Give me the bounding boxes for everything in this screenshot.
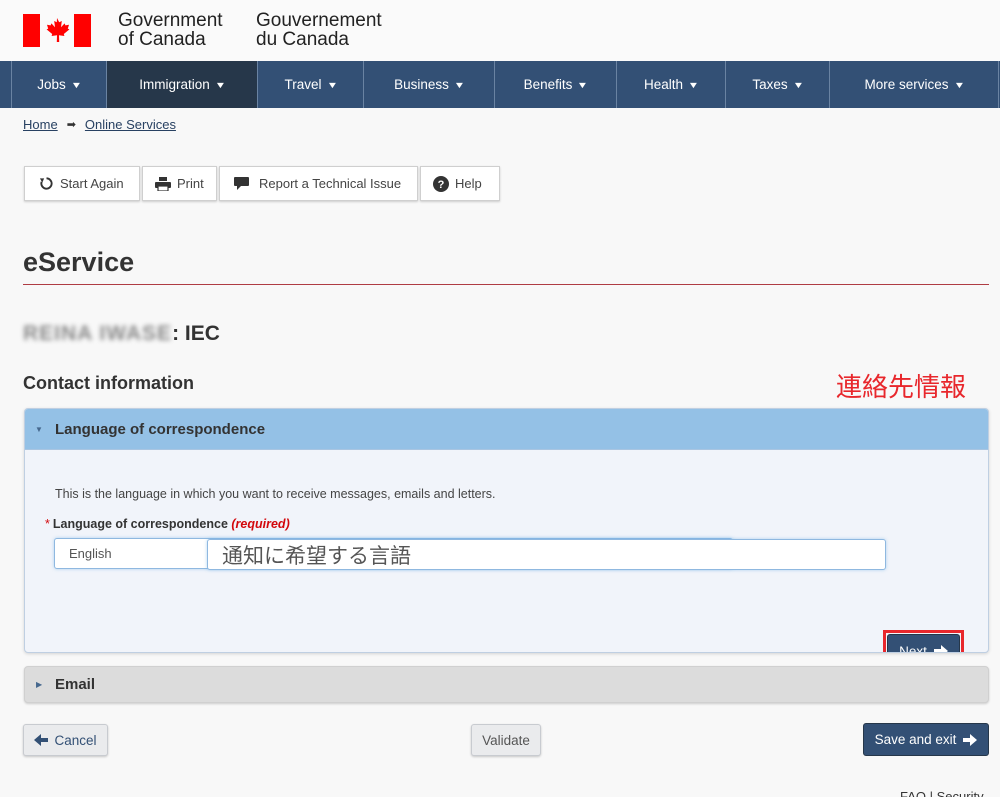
- chevron-down-icon: ▼: [792, 79, 804, 90]
- printer-icon: [155, 176, 171, 191]
- validate-label: Validate: [482, 732, 530, 748]
- wordmark-french[interactable]: Gouvernement du Canada: [256, 11, 382, 49]
- arrow-right-icon: [963, 733, 978, 746]
- print-label: Print: [177, 176, 204, 191]
- wordmark-english[interactable]: Government of Canada: [118, 11, 223, 49]
- caret-right-icon: ▶: [36, 680, 43, 689]
- nav-item-travel[interactable]: Travel ▼: [257, 61, 363, 108]
- panel-email-header[interactable]: ▶ Email: [24, 666, 989, 703]
- svg-text:?: ?: [438, 179, 445, 191]
- chevron-down-icon: ▼: [953, 79, 965, 90]
- nav-item-business[interactable]: Business ▼: [363, 61, 494, 108]
- wordmark-en-line2: of Canada: [118, 29, 206, 50]
- panel-language-header[interactable]: ▼ Language of correspondence: [25, 409, 988, 450]
- breadcrumb-home[interactable]: Home: [23, 117, 58, 132]
- next-label: Next: [899, 643, 927, 653]
- applicant-heading: REINA IWASE : IEC: [23, 322, 220, 346]
- nav-item-more-services[interactable]: More services ▼: [829, 61, 999, 108]
- required-text: (required): [231, 517, 290, 531]
- arrow-right-icon: ➡: [66, 119, 76, 131]
- nav-label: Immigration: [139, 77, 210, 92]
- main-nav: Jobs ▼ Immigration ▼ Travel ▼ Business ▼ Ben…: [0, 61, 1000, 108]
- title-divider: [23, 284, 989, 285]
- required-star: *: [45, 517, 50, 531]
- question-circle-icon: ?: [433, 175, 449, 192]
- footer-links[interactable]: FAQ | Security: [900, 789, 984, 797]
- print-button[interactable]: Print: [142, 166, 217, 201]
- chevron-down-icon: ▼: [453, 79, 466, 90]
- help-label: Help: [455, 176, 482, 191]
- nav-label: Benefits: [523, 77, 573, 92]
- next-button[interactable]: Next: [887, 634, 960, 653]
- nav-item-benefits[interactable]: Benefits ▼: [494, 61, 616, 108]
- language-select[interactable]: English: [54, 538, 733, 569]
- nav-label: Business: [394, 77, 449, 92]
- nav-label: Taxes: [752, 77, 788, 92]
- language-intro-text: This is the language in which you want t…: [55, 487, 496, 501]
- nav-item-taxes[interactable]: Taxes ▼: [725, 61, 829, 108]
- chevron-down-icon: [714, 548, 724, 563]
- cancel-button[interactable]: Cancel: [23, 724, 108, 756]
- refresh-icon: [39, 176, 54, 191]
- nav-item-health[interactable]: Health ▼: [616, 61, 725, 108]
- chevron-down-icon: ▼: [326, 79, 338, 90]
- breadcrumb-online-services[interactable]: Online Services: [85, 117, 176, 132]
- page-title: eService: [23, 247, 135, 277]
- panel-language-heading: Language of correspondence: [55, 420, 266, 438]
- canada-flag-icon: [23, 14, 91, 47]
- site-header: Government of Canada Gouvernement du Can…: [0, 0, 1000, 61]
- language-select-value: English: [69, 546, 112, 561]
- nav-label: Jobs: [37, 77, 66, 92]
- help-button[interactable]: ? Help: [420, 166, 500, 201]
- annotation-contact-info-jp: 連絡先情報: [836, 372, 967, 402]
- panel-language-of-correspondence: ▼ Language of correspondence This is the…: [24, 408, 989, 653]
- start-again-button[interactable]: Start Again: [24, 166, 140, 201]
- wordmark-fr-line2: du Canada: [256, 29, 349, 50]
- start-again-label: Start Again: [60, 176, 124, 191]
- save-and-exit-button[interactable]: Save and exit: [863, 723, 989, 756]
- cancel-label: Cancel: [54, 732, 97, 748]
- arrow-left-icon: [34, 734, 49, 746]
- section-title: Contact information: [23, 373, 194, 393]
- panel-email-heading: Email: [55, 676, 96, 693]
- wordmark-en-line1: Government: [118, 10, 223, 31]
- nav-label: More services: [864, 77, 949, 92]
- language-field-label-text: Language of correspondence: [52, 517, 228, 531]
- wordmark-fr-line1: Gouvernement: [256, 10, 382, 31]
- save-and-exit-label: Save and exit: [874, 732, 957, 747]
- nav-item-immigration[interactable]: Immigration ▼: [106, 61, 257, 108]
- caret-down-icon: ▼: [35, 424, 43, 434]
- report-issue-button[interactable]: Report a Technical Issue: [219, 166, 418, 201]
- language-field-label: * Language of correspondence (required): [45, 517, 290, 531]
- breadcrumb: Home ➡ Online Services: [23, 117, 176, 132]
- service-toolbar: Start Again Print Report a Technical Iss…: [24, 166, 502, 201]
- comment-icon: [234, 177, 249, 190]
- chevron-down-icon: ▼: [214, 79, 227, 90]
- nav-item-jobs[interactable]: Jobs ▼: [11, 61, 106, 108]
- program-label: : IEC: [172, 322, 220, 345]
- report-issue-label: Report a Technical Issue: [259, 176, 402, 191]
- chevron-down-icon: ▼: [577, 79, 589, 90]
- arrow-right-icon: [933, 645, 948, 652]
- applicant-name-redacted: REINA IWASE: [23, 322, 173, 345]
- chevron-down-icon: ▼: [70, 79, 83, 90]
- nav-label: Health: [644, 77, 684, 92]
- validate-button[interactable]: Validate: [471, 724, 541, 756]
- nav-label: Travel: [284, 77, 322, 92]
- chevron-down-icon: ▼: [687, 79, 700, 90]
